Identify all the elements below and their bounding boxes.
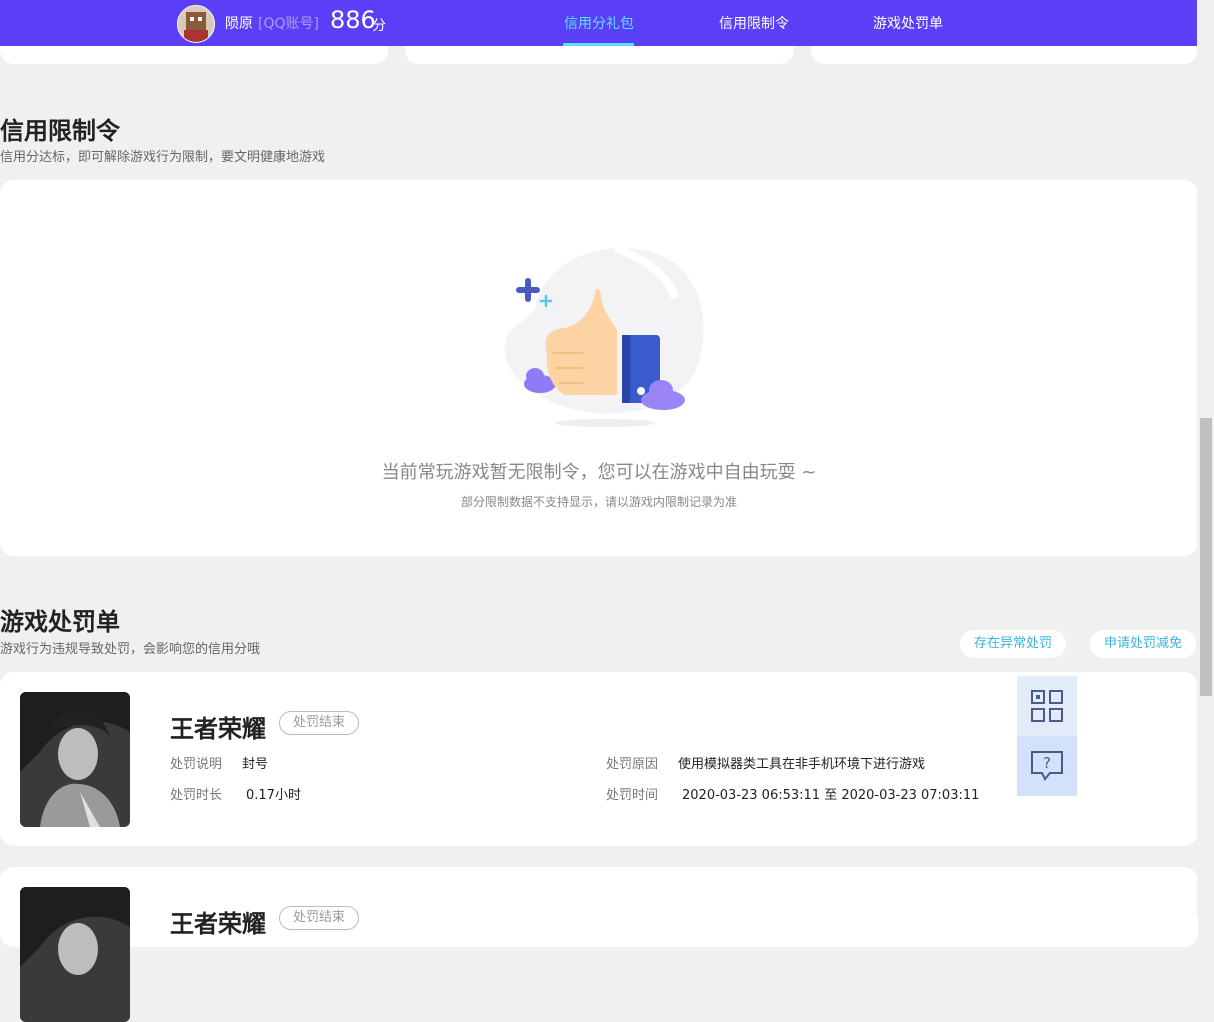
abnormal-penalty-button[interactable]: 存在异常处罚	[960, 630, 1067, 658]
help-button[interactable]: ?	[1017, 736, 1077, 796]
apply-penalty-reduction-button[interactable]: 申请处罚减免	[1090, 630, 1197, 658]
active-tab-underline	[563, 43, 634, 46]
game-thumbnail	[20, 692, 130, 827]
account-type: [QQ账号]	[258, 16, 319, 32]
user-name: 陨原	[225, 16, 253, 32]
penalty-section-title: 游戏处罚单	[0, 608, 120, 636]
penalty-desc-label: 处罚说明	[170, 757, 223, 772]
penalty-section-subtitle: 游戏行为违规导致处罚，会影响您的信用分哦	[0, 642, 261, 657]
game-hero-image	[20, 887, 130, 1022]
game-name: 王者荣耀	[170, 910, 266, 938]
penalty-record-card: 王者荣耀 处罚结束	[0, 867, 1198, 1022]
credit-score-unit: 分	[372, 18, 386, 34]
scrollbar-thumb[interactable]	[1200, 418, 1212, 696]
top-nav-bar: 陨原 [QQ账号] 886 分 信用分礼包 信用限制令 游戏处罚单	[0, 0, 1197, 46]
game-name: 王者荣耀	[170, 715, 266, 743]
page-scrollbar[interactable]	[1197, 0, 1214, 916]
penalty-status-badge: 处罚结束	[279, 711, 360, 735]
tab-credit-restriction[interactable]: 信用限制令	[719, 13, 789, 33]
help-chat-icon: ?	[1031, 751, 1063, 781]
restriction-empty-card: 当前常玩游戏暂无限制令，您可以在游戏中自由玩耍 ~ 部分限制数据不支持显示，请以…	[0, 180, 1198, 556]
penalty-desc-value: 封号	[242, 757, 269, 772]
penalty-time-value: 2020-03-23 06:53:11 至 2020-03-23 07:03:1…	[682, 788, 980, 803]
penalty-duration-value: 0.17小时	[246, 788, 301, 803]
penalty-time-label: 处罚时间	[606, 788, 659, 803]
game-hero-image	[20, 692, 130, 827]
penalty-status-badge: 处罚结束	[279, 906, 360, 930]
thumbs-up-illustration	[504, 244, 704, 427]
penalty-reason-value: 使用模拟器类工具在非手机环境下进行游戏	[678, 757, 926, 772]
avatar[interactable]	[177, 5, 215, 43]
empty-state-note: 部分限制数据不支持显示，请以游戏内限制记录为准	[460, 495, 737, 509]
tab-credit-gift[interactable]: 信用分礼包	[564, 13, 634, 33]
tab-game-penalty[interactable]: 游戏处罚单	[873, 13, 943, 33]
qr-code-button[interactable]	[1017, 676, 1077, 736]
qr-code-icon	[1031, 690, 1063, 722]
credit-score: 886	[330, 6, 376, 34]
restriction-section-subtitle: 信用分达标，即可解除游戏行为限制，要文明健康地游戏	[0, 150, 326, 165]
svg-text:?: ?	[1043, 754, 1051, 772]
restriction-section-title: 信用限制令	[0, 117, 120, 145]
avatar-image	[178, 6, 214, 42]
empty-state-message: 当前常玩游戏暂无限制令，您可以在游戏中自由玩耍 ~	[381, 462, 817, 483]
penalty-reason-label: 处罚原因	[606, 757, 659, 772]
game-thumbnail	[20, 887, 130, 1022]
penalty-duration-label: 处罚时长	[170, 788, 223, 803]
